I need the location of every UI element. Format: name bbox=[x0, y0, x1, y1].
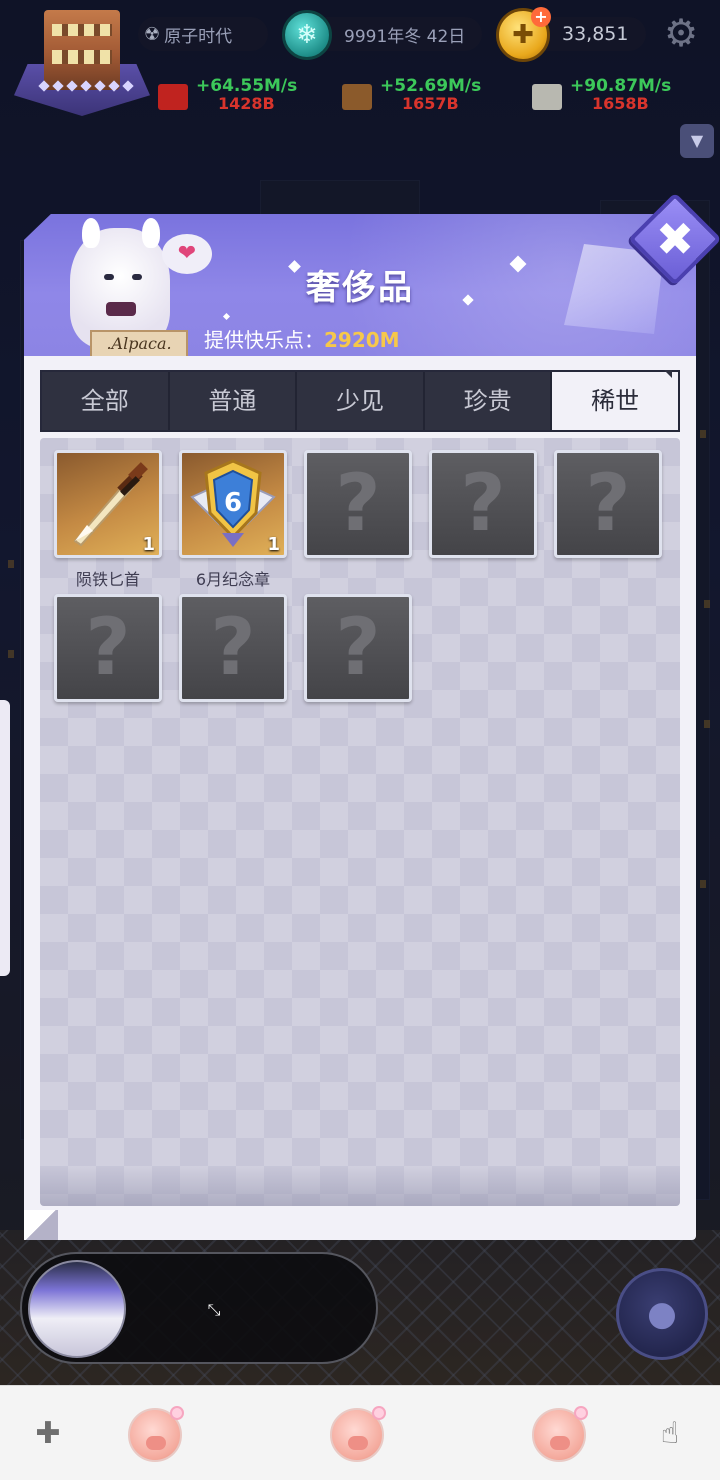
item-slot-dagger[interactable]: 1 bbox=[54, 450, 162, 558]
resource-red: +64.55M/s 1428B bbox=[158, 74, 358, 114]
hand-lock-icon: ☝ bbox=[660, 1416, 680, 1451]
item-count: 1 bbox=[267, 534, 280, 555]
pig-icon bbox=[532, 1406, 588, 1462]
resource-amount: 1428B bbox=[218, 94, 275, 113]
item-slot-locked[interactable]: ? bbox=[179, 594, 287, 702]
item-slot-locked[interactable]: ? bbox=[304, 594, 412, 702]
side-panel-handle[interactable] bbox=[0, 700, 10, 976]
tab-uncommon[interactable]: 少见 bbox=[297, 372, 425, 430]
resource-rate: +64.55M/s bbox=[196, 76, 298, 96]
tab-precious[interactable]: 珍贵 bbox=[425, 372, 553, 430]
expand-icon[interactable]: ⤡ bbox=[202, 1298, 226, 1322]
item-slot-locked[interactable]: ? bbox=[429, 450, 537, 558]
alpaca-sign: .Alpaca. bbox=[90, 330, 188, 358]
city-building-avatar[interactable] bbox=[14, 6, 150, 116]
question-mark-icon: ? bbox=[335, 459, 381, 549]
happiness-points: 提供快乐点：2920M bbox=[204, 324, 420, 356]
pig-icon bbox=[128, 1406, 184, 1462]
touch-lock-button[interactable]: ☝ bbox=[650, 1414, 690, 1454]
medal-number: 6 bbox=[224, 488, 242, 518]
grey-cube-icon bbox=[532, 84, 562, 110]
era-label: 原子时代 bbox=[164, 26, 233, 47]
raccoon-icon[interactable]: ● bbox=[616, 1268, 708, 1360]
building-icon bbox=[44, 10, 120, 90]
luxury-items-dialog: 奢侈品 提供快乐点：2920M .Alpaca. ❤ ✖ 全部 普通 少见 珍贵… bbox=[24, 192, 720, 1240]
era-indicator[interactable]: ☢ 原子时代 bbox=[138, 17, 268, 51]
game-assistant-button[interactable]: ✚ bbox=[28, 1414, 68, 1454]
tab-all[interactable]: 全部 bbox=[42, 372, 170, 430]
coin-amount: 33,851 bbox=[562, 23, 629, 45]
red-cube-icon bbox=[158, 84, 188, 110]
dropdown-icon[interactable]: ▼ bbox=[680, 124, 714, 158]
tab-common[interactable]: 普通 bbox=[170, 372, 298, 430]
item-grid: 1 6 1 ? ? ? 陨铁匕首 6月纪念章 ? ? ? bbox=[40, 438, 680, 1206]
question-mark-icon: ? bbox=[460, 459, 506, 549]
tab-rare[interactable]: 稀世 bbox=[552, 370, 678, 430]
pig-button-center[interactable] bbox=[330, 1406, 386, 1462]
item-slot-locked[interactable]: ? bbox=[304, 450, 412, 558]
floating-window-widget[interactable]: ⤡ bbox=[20, 1252, 378, 1364]
question-mark-icon: ? bbox=[585, 459, 631, 549]
bow-tie-icon bbox=[106, 302, 136, 316]
pig-icon bbox=[330, 1406, 386, 1462]
pig-button-left[interactable] bbox=[128, 1406, 184, 1462]
add-coin-icon[interactable]: + bbox=[531, 7, 551, 27]
alpaca-mascot: .Alpaca. bbox=[60, 218, 188, 358]
dialog-body: 全部 普通 少见 珍贵 稀世 1 6 1 ? ? ? 陨铁匕首 6月纪念章 ? … bbox=[24, 356, 696, 1240]
date-label: 9991年冬 42日 bbox=[344, 26, 466, 47]
resource-amount: 1658B bbox=[592, 94, 649, 113]
close-icon: ✖ bbox=[655, 212, 695, 266]
item-name: 6月纪念章 bbox=[195, 570, 271, 589]
resource-rate: +90.87M/s bbox=[570, 76, 672, 96]
radiation-icon: ☢ bbox=[144, 23, 161, 45]
item-slot-locked[interactable]: ? bbox=[554, 450, 662, 558]
coin-icon[interactable]: ✚ + bbox=[496, 7, 551, 62]
happiness-value: 2920M bbox=[324, 328, 400, 352]
resource-brown: +52.69M/s 1657B bbox=[342, 74, 542, 114]
rarity-tabs: 全部 普通 少见 珍贵 稀世 bbox=[40, 370, 680, 432]
gear-icon[interactable]: ⚙ bbox=[660, 12, 702, 54]
question-mark-icon: ? bbox=[85, 603, 131, 693]
pig-button-right[interactable] bbox=[532, 1406, 588, 1462]
item-slot-locked[interactable]: ? bbox=[54, 594, 162, 702]
question-mark-icon: ? bbox=[335, 603, 381, 693]
resource-rate: +52.69M/s bbox=[380, 76, 482, 96]
window-thumbnail[interactable] bbox=[28, 1260, 126, 1358]
resource-amount: 1657B bbox=[402, 94, 459, 113]
bottom-nav-bar: ✚ ☝ bbox=[0, 1385, 720, 1480]
question-mark-icon: ? bbox=[210, 603, 256, 693]
dialog-title: 奢侈品 bbox=[306, 268, 414, 308]
close-button[interactable]: ✖ bbox=[628, 192, 720, 286]
brown-cube-icon bbox=[342, 84, 372, 110]
page-corner bbox=[24, 1210, 58, 1240]
item-slot-medal[interactable]: 6 1 bbox=[179, 450, 287, 558]
snowflake-icon: ❄ bbox=[282, 10, 332, 60]
item-name: 陨铁匕首 bbox=[75, 570, 140, 589]
item-count: 1 bbox=[142, 534, 155, 555]
happiness-label: 提供快乐点： bbox=[204, 328, 324, 352]
heart-icon: ❤ bbox=[162, 234, 212, 274]
gamepad-icon: ✚ bbox=[35, 1416, 61, 1451]
resource-grey: +90.87M/s 1658B bbox=[532, 74, 720, 114]
